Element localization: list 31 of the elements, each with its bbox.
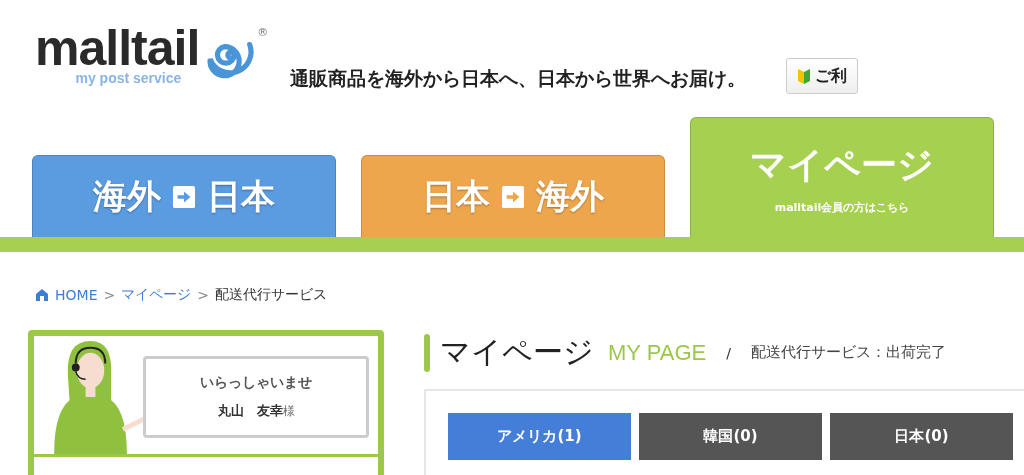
- title-accent-bar: [424, 333, 430, 372]
- breadcrumb-link[interactable]: HOME: [55, 287, 98, 303]
- tab-label: 日本: [207, 174, 275, 218]
- tab-label: 海外: [536, 174, 604, 218]
- greeting-text: いらっしゃいませ: [200, 374, 312, 392]
- page-title-english: MY PAGE: [608, 339, 707, 366]
- nav-tab[interactable]: 海外 日本: [32, 155, 336, 237]
- tab-label: 海外: [93, 174, 161, 218]
- page-subtitle: 配送代行サービス：出荷完了: [750, 343, 946, 362]
- home-icon: [35, 288, 49, 302]
- tab-label: 日本: [422, 174, 490, 218]
- tab-sublabel: malltail会員の方はこちら: [774, 199, 910, 215]
- logo-tagline: my post service: [75, 70, 182, 86]
- breadcrumb-link[interactable]: マイページ: [121, 286, 192, 304]
- country-tab[interactable]: 日本(0): [830, 413, 1013, 460]
- registered-mark: ®: [257, 26, 269, 39]
- slogan: 通販商品を海外から日本へ、日本から世界へお届け。: [290, 66, 747, 91]
- breadcrumb-current: 配送代行サービス: [214, 286, 327, 304]
- user-name: 丸山 友幸: [217, 403, 283, 418]
- title-separator: /: [726, 344, 731, 361]
- guide-button[interactable]: ご利: [786, 58, 859, 94]
- beginner-mark-icon: [797, 67, 812, 85]
- country-tab[interactable]: アメリカ(1): [448, 413, 631, 460]
- country-tab[interactable]: 韓国(0): [639, 413, 822, 460]
- breadcrumb-separator: >: [197, 287, 209, 303]
- breadcrumb-separator: >: [103, 287, 116, 303]
- logo-wordmark: malltail: [35, 26, 200, 70]
- page-title: マイページ: [440, 333, 594, 371]
- honorific: 様: [282, 404, 295, 418]
- nav-tab[interactable]: 日本 海外: [361, 155, 665, 237]
- tab-label: マイページ: [750, 142, 934, 187]
